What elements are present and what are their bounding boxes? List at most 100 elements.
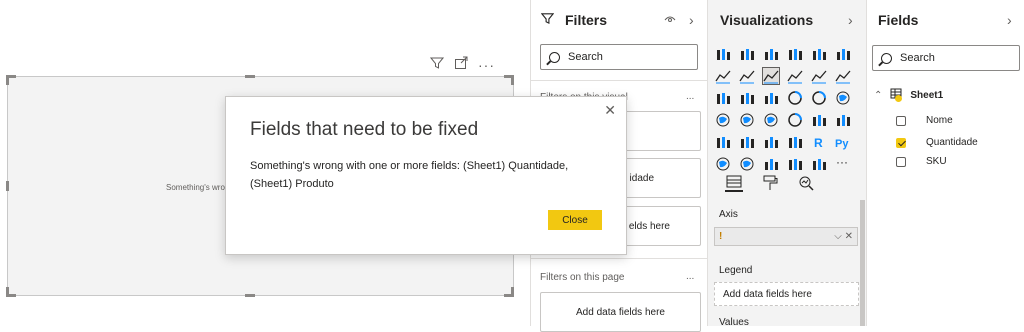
shape-map-icon[interactable] bbox=[763, 112, 779, 128]
dialog-message: Something's wrong with one or more field… bbox=[250, 160, 569, 190]
fields-error-dialog: ✕ Fields that need to be fixed Something… bbox=[225, 96, 627, 255]
legend-label: Legend bbox=[719, 265, 753, 276]
remove-field-close-icon[interactable]: ✕ bbox=[845, 231, 853, 242]
viz-pane-tabs bbox=[725, 174, 815, 192]
stacked-column-100-icon[interactable] bbox=[835, 46, 851, 62]
eye-icon[interactable] bbox=[664, 12, 676, 30]
map-icon[interactable] bbox=[715, 112, 731, 128]
format-paint-roller-icon[interactable] bbox=[761, 174, 779, 192]
kpi-icon[interactable] bbox=[715, 134, 731, 150]
multi-row-card-icon[interactable] bbox=[835, 112, 851, 128]
filter-icon bbox=[540, 12, 555, 30]
collapse-fields-chevron-icon[interactable]: › bbox=[1007, 12, 1012, 28]
resize-handle[interactable] bbox=[245, 75, 255, 78]
close-button[interactable]: Close bbox=[548, 210, 602, 230]
more-options-icon[interactable]: ... bbox=[686, 91, 694, 102]
svg-text:R: R bbox=[814, 136, 823, 150]
fields-pane: Fields › Search ⌃ Sheet1 Nome Quantidade… bbox=[866, 0, 1024, 326]
matrix-icon[interactable] bbox=[787, 134, 803, 150]
divider bbox=[531, 80, 708, 81]
resize-handle[interactable] bbox=[6, 75, 9, 85]
visualizations-title: Visualizations bbox=[720, 12, 814, 28]
stacked-bar-icon[interactable] bbox=[715, 46, 731, 62]
r-visual-icon[interactable]: R bbox=[811, 134, 827, 150]
axis-label: Axis bbox=[719, 209, 738, 220]
area-chart-icon[interactable] bbox=[739, 68, 755, 84]
paginated-icon[interactable] bbox=[811, 156, 827, 172]
treemap-icon[interactable] bbox=[835, 90, 851, 106]
values-label: Values bbox=[719, 317, 749, 328]
scrollbar[interactable] bbox=[860, 200, 865, 326]
checkbox-checked[interactable] bbox=[896, 137, 906, 148]
stacked-column-icon[interactable] bbox=[787, 46, 803, 62]
resize-handle[interactable] bbox=[245, 294, 255, 297]
more-options-icon[interactable]: ... bbox=[686, 271, 694, 282]
pie-icon[interactable] bbox=[787, 90, 803, 106]
fields-tab-icon[interactable] bbox=[725, 174, 743, 192]
filled-map-icon[interactable] bbox=[739, 112, 755, 128]
visual-error-text: Something's wrong bbox=[166, 183, 234, 192]
key-influencers-icon[interactable] bbox=[715, 156, 731, 172]
svg-text:Py: Py bbox=[835, 138, 849, 150]
field-actions: ⌵ ✕ bbox=[834, 231, 853, 242]
chevron-down-icon[interactable]: ⌵ bbox=[834, 231, 842, 242]
card-icon[interactable] bbox=[811, 112, 827, 128]
gauge-icon[interactable] bbox=[787, 112, 803, 128]
clustered-bar-icon[interactable] bbox=[739, 46, 755, 62]
table-node[interactable]: ⌃ Sheet1 bbox=[874, 88, 943, 103]
checkbox[interactable] bbox=[896, 115, 906, 126]
resize-handle[interactable] bbox=[511, 287, 514, 297]
filters-on-page-label: Filters on this page bbox=[540, 272, 625, 283]
line-chart-selected-icon[interactable] bbox=[762, 67, 780, 85]
slicer-icon[interactable] bbox=[739, 134, 755, 150]
donut-icon[interactable] bbox=[811, 90, 827, 106]
scatter-icon[interactable] bbox=[763, 90, 779, 106]
smart-narrative-icon[interactable] bbox=[787, 156, 803, 172]
filter-icon[interactable] bbox=[429, 56, 445, 73]
more-visuals-icon[interactable]: ··· bbox=[835, 155, 851, 172]
page-filter-add-well[interactable]: Add data fields here bbox=[540, 292, 701, 332]
search-icon bbox=[549, 51, 560, 63]
warning-icon: ! bbox=[719, 231, 723, 242]
divider bbox=[531, 258, 708, 259]
stacked-area-icon[interactable] bbox=[835, 68, 851, 84]
resize-handle[interactable] bbox=[511, 75, 514, 85]
analytics-magnifier-icon[interactable] bbox=[797, 174, 815, 192]
focus-mode-icon[interactable] bbox=[454, 56, 468, 73]
field-item[interactable]: Quantidade bbox=[896, 137, 978, 148]
fields-title: Fields bbox=[878, 12, 919, 28]
legend-field-well[interactable]: Add data fields here bbox=[714, 282, 859, 306]
close-icon[interactable]: ✕ bbox=[604, 102, 616, 119]
funnel-icon[interactable] bbox=[739, 90, 755, 106]
collapse-visualizations-chevron-icon[interactable]: › bbox=[848, 12, 853, 28]
table-name: Sheet1 bbox=[910, 90, 944, 101]
table-icon[interactable] bbox=[763, 134, 779, 150]
checkbox[interactable] bbox=[896, 156, 906, 167]
collapse-filters-chevron-icon[interactable]: › bbox=[689, 12, 694, 28]
line-chart-icon[interactable] bbox=[715, 68, 731, 84]
resize-handle[interactable] bbox=[6, 287, 9, 297]
axis-field-well[interactable]: ! ⌵ ✕ bbox=[714, 227, 858, 246]
field-item[interactable]: Nome bbox=[896, 115, 953, 126]
field-item[interactable]: SKU bbox=[896, 156, 947, 167]
decomposition-tree-icon[interactable] bbox=[739, 156, 755, 172]
clustered-bar-h-icon[interactable] bbox=[811, 46, 827, 62]
search-icon bbox=[881, 52, 892, 64]
fields-search-input[interactable]: Search bbox=[872, 45, 1020, 71]
resize-handle[interactable] bbox=[6, 181, 9, 191]
ribbon-chart-icon[interactable] bbox=[787, 68, 803, 84]
stacked-bar-100-icon[interactable] bbox=[763, 46, 779, 62]
python-visual-icon[interactable]: Py bbox=[835, 134, 851, 150]
table-icon bbox=[890, 88, 903, 103]
visual-type-gallery: R Py ··· bbox=[715, 46, 853, 174]
filters-title: Filters bbox=[565, 12, 608, 28]
chevron-up-icon[interactable]: ⌃ bbox=[874, 90, 882, 101]
check-badge-icon bbox=[895, 95, 903, 102]
dialog-title: Fields that need to be fixed bbox=[250, 119, 479, 140]
qa-icon[interactable] bbox=[763, 156, 779, 172]
line-column-icon[interactable] bbox=[811, 68, 827, 84]
waterfall-icon[interactable] bbox=[715, 90, 731, 106]
more-options-icon[interactable]: ··· bbox=[478, 57, 495, 73]
svg-text:···: ··· bbox=[836, 156, 848, 169]
filters-search-input[interactable]: Search bbox=[540, 44, 698, 70]
